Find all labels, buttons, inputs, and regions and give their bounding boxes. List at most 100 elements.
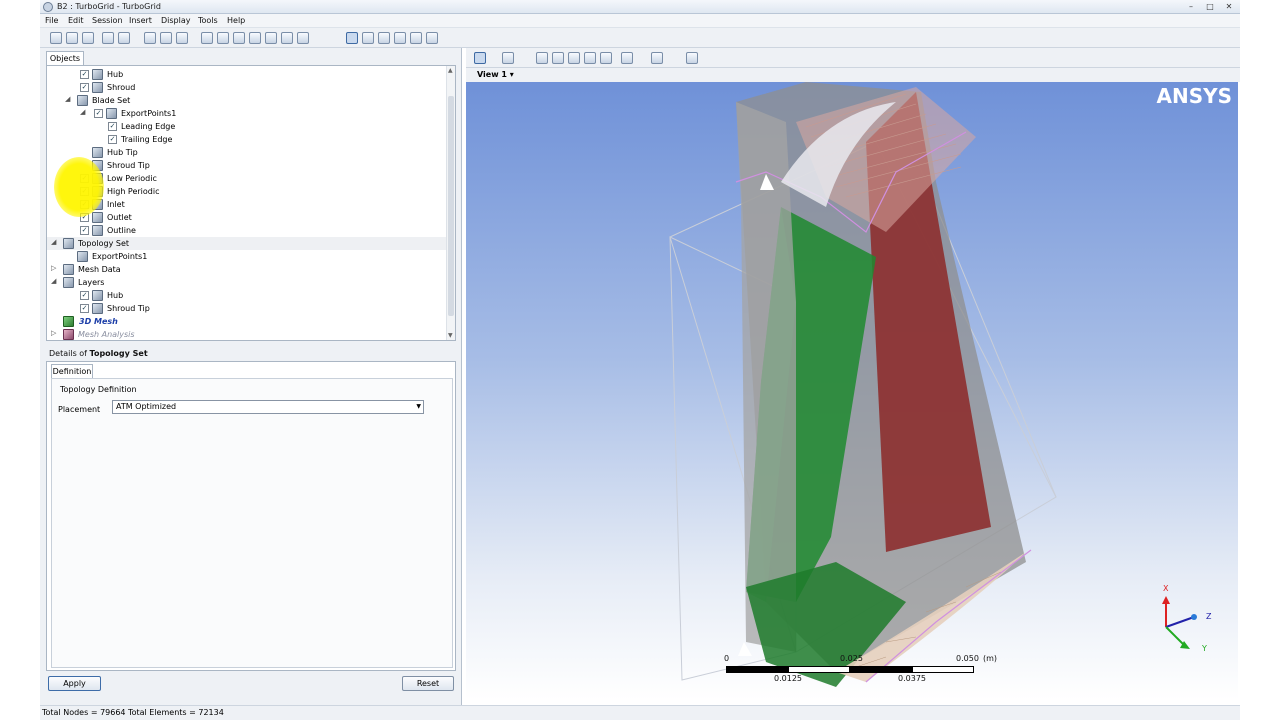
crosshair-alt-icon[interactable] bbox=[378, 32, 390, 44]
tree-item-label: 3D Mesh bbox=[79, 317, 118, 326]
expand-toggle[interactable]: ◢ bbox=[51, 238, 59, 246]
expand-toggle[interactable]: ▷ bbox=[51, 264, 59, 272]
axis-z-label: Z bbox=[1206, 612, 1212, 621]
tree-item-topology-exportpoints1[interactable]: ExportPoints1 bbox=[47, 250, 447, 263]
zoom-icon[interactable] bbox=[568, 52, 580, 64]
visibility-checkbox[interactable]: ✓ bbox=[108, 122, 117, 131]
shroud-icon[interactable] bbox=[233, 32, 245, 44]
sync-views-icon[interactable] bbox=[686, 52, 698, 64]
tree-item-leading-edge[interactable]: ✓ Leading Edge bbox=[47, 120, 447, 133]
expand-toggle[interactable]: ◢ bbox=[51, 277, 59, 285]
expand-toggle[interactable]: ◢ bbox=[80, 108, 88, 116]
mesh-analysis-icon[interactable] bbox=[410, 32, 422, 44]
tree-item-layers[interactable]: ◢ Layers bbox=[47, 276, 447, 289]
reset-button[interactable]: Reset bbox=[402, 676, 454, 691]
expand-toggle[interactable]: ▷ bbox=[51, 329, 59, 337]
fit-view-icon[interactable] bbox=[621, 52, 633, 64]
tree-item-topology-set[interactable]: ◢ Topology Set bbox=[47, 237, 447, 250]
placement-label: Placement bbox=[58, 405, 101, 414]
select-icon[interactable] bbox=[474, 52, 486, 64]
menu-tools[interactable]: Tools bbox=[198, 16, 218, 25]
pan-icon[interactable] bbox=[552, 52, 564, 64]
tree-item-blade-set[interactable]: ◢ Blade Set bbox=[47, 94, 447, 107]
expand-toggle[interactable]: ◢ bbox=[65, 95, 73, 103]
hub-icon[interactable] bbox=[217, 32, 229, 44]
tree-item-trailing-edge[interactable]: ✓ Trailing Edge bbox=[47, 133, 447, 146]
save-icon[interactable] bbox=[50, 32, 62, 44]
tree-item-hub-tip[interactable]: Hub Tip bbox=[47, 146, 447, 159]
mesh-data-icon[interactable] bbox=[281, 32, 293, 44]
menu-session[interactable]: Session bbox=[92, 16, 123, 25]
tree-item-label: ExportPoints1 bbox=[121, 109, 177, 118]
tree-item-outlet[interactable]: ✓ Outlet bbox=[47, 211, 447, 224]
visibility-checkbox[interactable]: ✓ bbox=[80, 291, 89, 300]
viewport-3d[interactable]: ANSYS X Z Y 0 0.025 0.050 (m) 0.0125 0.0… bbox=[466, 82, 1238, 700]
tree-item-mesh-analysis[interactable]: ▷ Mesh Analysis bbox=[47, 328, 447, 340]
insert-point-icon[interactable] bbox=[144, 32, 156, 44]
menu-insert[interactable]: Insert bbox=[129, 16, 152, 25]
visibility-checkbox[interactable]: ✓ bbox=[80, 70, 89, 79]
tree-item-layer-hub[interactable]: ✓ Hub bbox=[47, 289, 447, 302]
scroll-thumb[interactable] bbox=[448, 96, 454, 316]
tree-item-3d-mesh[interactable]: 3D Mesh bbox=[47, 315, 447, 328]
tree-item-mesh-data[interactable]: ▷ Mesh Data bbox=[47, 263, 447, 276]
tree-item-layer-shroud-tip[interactable]: ✓ Shroud Tip bbox=[47, 302, 447, 315]
undo-icon[interactable] bbox=[102, 32, 114, 44]
tree-item-shroud[interactable]: ✓ Shroud bbox=[47, 81, 447, 94]
tree-item-high-periodic[interactable]: ✓ High Periodic bbox=[47, 185, 447, 198]
print-icon[interactable] bbox=[82, 32, 94, 44]
menu-edit[interactable]: Edit bbox=[68, 16, 84, 25]
layers-alt-icon[interactable] bbox=[426, 32, 438, 44]
crosshair-icon[interactable] bbox=[362, 32, 374, 44]
pick-icon[interactable] bbox=[502, 52, 514, 64]
menu-file[interactable]: File bbox=[45, 16, 58, 25]
viewport-layout-icon[interactable] bbox=[651, 52, 663, 64]
tab-objects[interactable]: Objects bbox=[46, 51, 84, 65]
mesh-data-icon bbox=[63, 264, 74, 275]
target-icon[interactable] bbox=[346, 32, 358, 44]
scale-segment bbox=[788, 666, 850, 673]
apply-button[interactable]: Apply bbox=[48, 676, 101, 691]
tree-item-outline[interactable]: ✓ Outline bbox=[47, 224, 447, 237]
tree-item-label: Outlet bbox=[107, 213, 132, 222]
tree-item-exportpoints1[interactable]: ◢ ✓ ExportPoints1 bbox=[47, 107, 447, 120]
machine-data-icon[interactable] bbox=[201, 32, 213, 44]
visibility-checkbox[interactable]: ✓ bbox=[108, 135, 117, 144]
scroll-down-icon[interactable]: ▼ bbox=[448, 332, 453, 339]
mesh-3d-icon[interactable] bbox=[394, 32, 406, 44]
layers-icon[interactable] bbox=[297, 32, 309, 44]
tree-item-label: Shroud Tip bbox=[107, 304, 150, 313]
ansys-logo: ANSYS bbox=[1156, 84, 1232, 108]
tree-item-label: Hub Tip bbox=[107, 148, 138, 157]
tab-definition[interactable]: Definition bbox=[51, 364, 93, 378]
open-icon[interactable] bbox=[66, 32, 78, 44]
redo-icon[interactable] bbox=[118, 32, 130, 44]
visibility-checkbox[interactable]: ✓ bbox=[80, 226, 89, 235]
blade-icon[interactable] bbox=[249, 32, 261, 44]
maximize-button[interactable]: □ bbox=[1201, 1, 1219, 12]
scroll-up-icon[interactable]: ▲ bbox=[448, 67, 453, 74]
menu-display[interactable]: Display bbox=[161, 16, 191, 25]
rotate-icon[interactable] bbox=[536, 52, 548, 64]
tree-scrollbar[interactable]: ▲ ▼ bbox=[446, 66, 455, 340]
topology-icon[interactable] bbox=[265, 32, 277, 44]
zoom-fit-icon[interactable] bbox=[600, 52, 612, 64]
menu-help[interactable]: Help bbox=[227, 16, 245, 25]
visibility-checkbox[interactable]: ✓ bbox=[80, 83, 89, 92]
tree-item-inlet[interactable]: ✓ Inlet bbox=[47, 198, 447, 211]
tree-item-hub[interactable]: ✓ Hub bbox=[47, 68, 447, 81]
insert-curve-icon[interactable] bbox=[160, 32, 172, 44]
details-prefix: Details of bbox=[49, 349, 87, 358]
tree-item-low-periodic[interactable]: ✓ Low Periodic bbox=[47, 172, 447, 185]
blade-icon bbox=[106, 108, 117, 119]
view-selector[interactable]: View 1 ▾ bbox=[466, 68, 1240, 82]
visibility-checkbox[interactable]: ✓ bbox=[80, 304, 89, 313]
close-button[interactable]: ✕ bbox=[1220, 1, 1238, 12]
tree-item-shroud-tip[interactable]: Shroud Tip bbox=[47, 159, 447, 172]
layer-icon bbox=[92, 290, 103, 301]
zoom-box-icon[interactable] bbox=[584, 52, 596, 64]
visibility-checkbox[interactable]: ✓ bbox=[94, 109, 103, 118]
placement-select[interactable]: ATM Optimized ▼ bbox=[112, 400, 424, 414]
minimize-button[interactable]: – bbox=[1182, 1, 1200, 12]
insert-surface-icon[interactable] bbox=[176, 32, 188, 44]
